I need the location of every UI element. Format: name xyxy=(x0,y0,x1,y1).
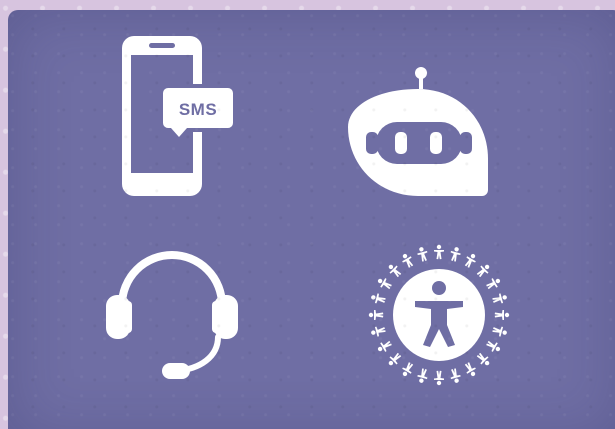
ring-person xyxy=(494,310,510,320)
ring-person xyxy=(476,264,490,278)
ring-person xyxy=(402,253,414,268)
ring-person xyxy=(476,352,490,366)
ring-person xyxy=(486,278,501,290)
ring-person xyxy=(377,278,392,290)
ring-person xyxy=(371,326,386,337)
ring-person xyxy=(434,370,444,386)
ring-person xyxy=(417,368,428,383)
ring-person xyxy=(464,362,476,377)
ring-person xyxy=(450,368,461,383)
sms-phone-icon: SMS xyxy=(118,33,243,203)
ring-person xyxy=(388,264,402,278)
ring-person xyxy=(377,340,392,352)
ring-person xyxy=(368,310,384,320)
ring-person xyxy=(417,247,428,262)
sms-label: SMS xyxy=(179,100,217,119)
headset-icon xyxy=(104,245,239,380)
ring-person xyxy=(464,253,476,268)
ring-person xyxy=(402,362,414,377)
ring-person xyxy=(450,247,461,262)
ring-person xyxy=(388,352,402,366)
chatbot-icon xyxy=(348,65,493,205)
ring-person xyxy=(492,326,507,337)
ring-person xyxy=(371,293,386,304)
ring-person xyxy=(492,293,507,304)
ring-person xyxy=(486,340,501,352)
ring-person xyxy=(434,244,444,260)
accessibility-icon xyxy=(365,241,513,389)
icon-panel: SMS xyxy=(8,10,615,429)
